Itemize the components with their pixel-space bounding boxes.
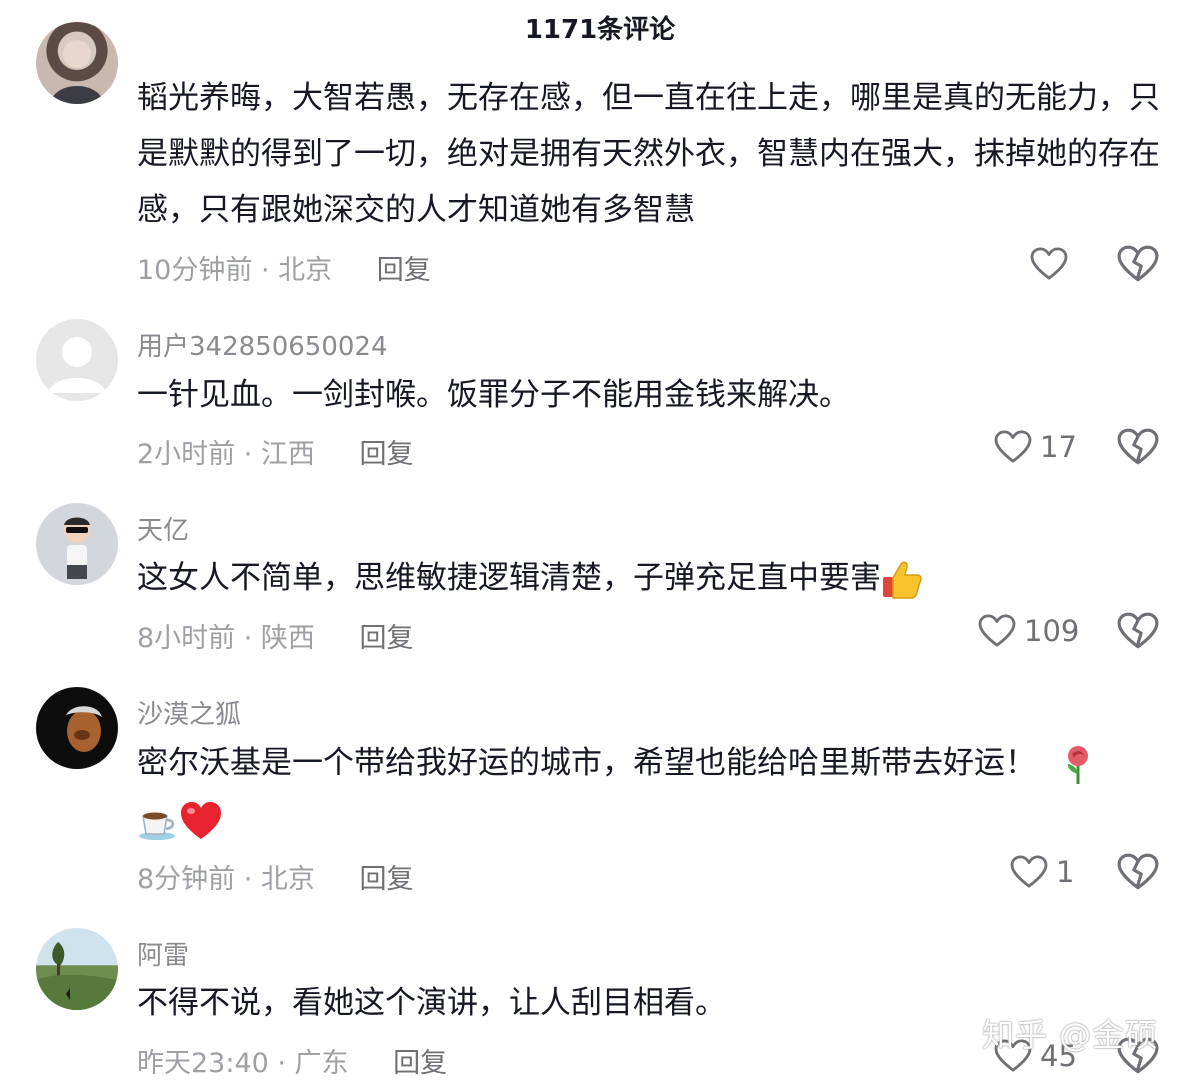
landscape-avatar-icon — [36, 942, 118, 1010]
reply-button[interactable]: 回复 — [360, 864, 414, 895]
comment-text-body: 密尔沃基是一个带给我好运的城市，希望也能给哈里斯带去好运！ — [137, 745, 1036, 781]
avatar[interactable] — [36, 928, 118, 1010]
comment-meta: 昨天23:40 · 广东 回复 — [137, 1041, 447, 1080]
avatar[interactable] — [36, 687, 118, 769]
cartoon-avatar-icon — [64, 517, 90, 579]
avatar[interactable] — [36, 503, 118, 585]
reply-button[interactable]: 回复 — [360, 623, 414, 654]
comment-text: 一针见血。一剑封喉。饭罪分子不能用金钱来解决。 — [137, 377, 850, 413]
dark-portrait-avatar-icon — [66, 706, 102, 752]
reply-button[interactable]: 回复 — [360, 439, 414, 470]
broken-heart-outline-icon[interactable] — [1117, 244, 1159, 284]
comment-username[interactable]: 阿雷 — [137, 935, 189, 972]
red-heart-emoji — [181, 801, 221, 839]
comment-time-location: 昨天23:40 · 广东 — [137, 1048, 349, 1079]
comment-meta: 8分钟前 · 北京 回复 — [137, 857, 414, 896]
heart-outline-icon — [1030, 247, 1068, 281]
comment-text: 韬光养晦，大智若愚，无存在感，但一直在往上走，哪里是真的无能力，只是默默的得到了… — [137, 80, 1160, 228]
comment-username[interactable]: 沙漠之狐 — [137, 694, 241, 731]
like-count: 17 — [1040, 430, 1077, 464]
header-fade — [0, 56, 1200, 62]
comment-text: 这女人不简单，思维敏捷逻辑清楚，子弹充足直中要害 — [137, 550, 1177, 606]
default-user-avatar-icon — [48, 337, 106, 393]
avatar[interactable] — [36, 319, 118, 401]
comment-username[interactable]: 天亿 — [137, 510, 189, 547]
comment-time-location: 10分钟前 · 北京 — [137, 255, 333, 286]
zhihu-watermark: 知乎 @金硕 — [982, 1016, 1159, 1054]
broken-heart-outline-icon[interactable] — [1117, 852, 1159, 892]
heart-outline-icon — [978, 614, 1016, 648]
comment-time-location: 8分钟前 · 北京 — [137, 864, 315, 895]
thumbs-up-emoji — [883, 561, 922, 599]
comment-meta: 8小时前 · 陕西 回复 — [137, 616, 414, 655]
avatar[interactable] — [36, 22, 118, 104]
like-button[interactable]: 1 — [1010, 852, 1074, 892]
heart-outline-icon — [994, 430, 1032, 464]
reply-button[interactable]: 回复 — [377, 255, 431, 286]
comment-text: 密尔沃基是一个带给我好运的城市，希望也能给哈里斯带去好运！ — [137, 735, 1177, 847]
avatar-photo-icon — [50, 40, 104, 104]
coffee-emoji — [139, 812, 175, 840]
like-count: 1 — [1056, 855, 1075, 889]
comments-header: 1171条评论 — [0, 0, 1200, 56]
heart-outline-icon — [1010, 855, 1048, 889]
like-button[interactable] — [1030, 244, 1076, 284]
like-button[interactable]: 17 — [994, 427, 1077, 467]
like-button[interactable]: 109 — [978, 611, 1079, 651]
broken-heart-outline-icon[interactable] — [1117, 611, 1159, 651]
rose-emoji — [1067, 745, 1088, 784]
comment-username[interactable]: 用户342850650024 — [137, 326, 388, 363]
like-count: 109 — [1024, 614, 1080, 648]
comment-meta: 2小时前 · 江西 回复 — [137, 432, 414, 471]
comment-time-location: 8小时前 · 陕西 — [137, 623, 315, 654]
comment-meta: 10分钟前 · 北京 回复 — [137, 248, 431, 287]
reply-button[interactable]: 回复 — [393, 1048, 447, 1079]
comment-text-body: 这女人不简单，思维敏捷逻辑清楚，子弹充足直中要害 — [137, 560, 881, 596]
comment-time-location: 2小时前 · 江西 — [137, 439, 315, 470]
comment-count-title: 1171条评论 — [524, 15, 676, 45]
broken-heart-outline-icon[interactable] — [1117, 427, 1159, 467]
